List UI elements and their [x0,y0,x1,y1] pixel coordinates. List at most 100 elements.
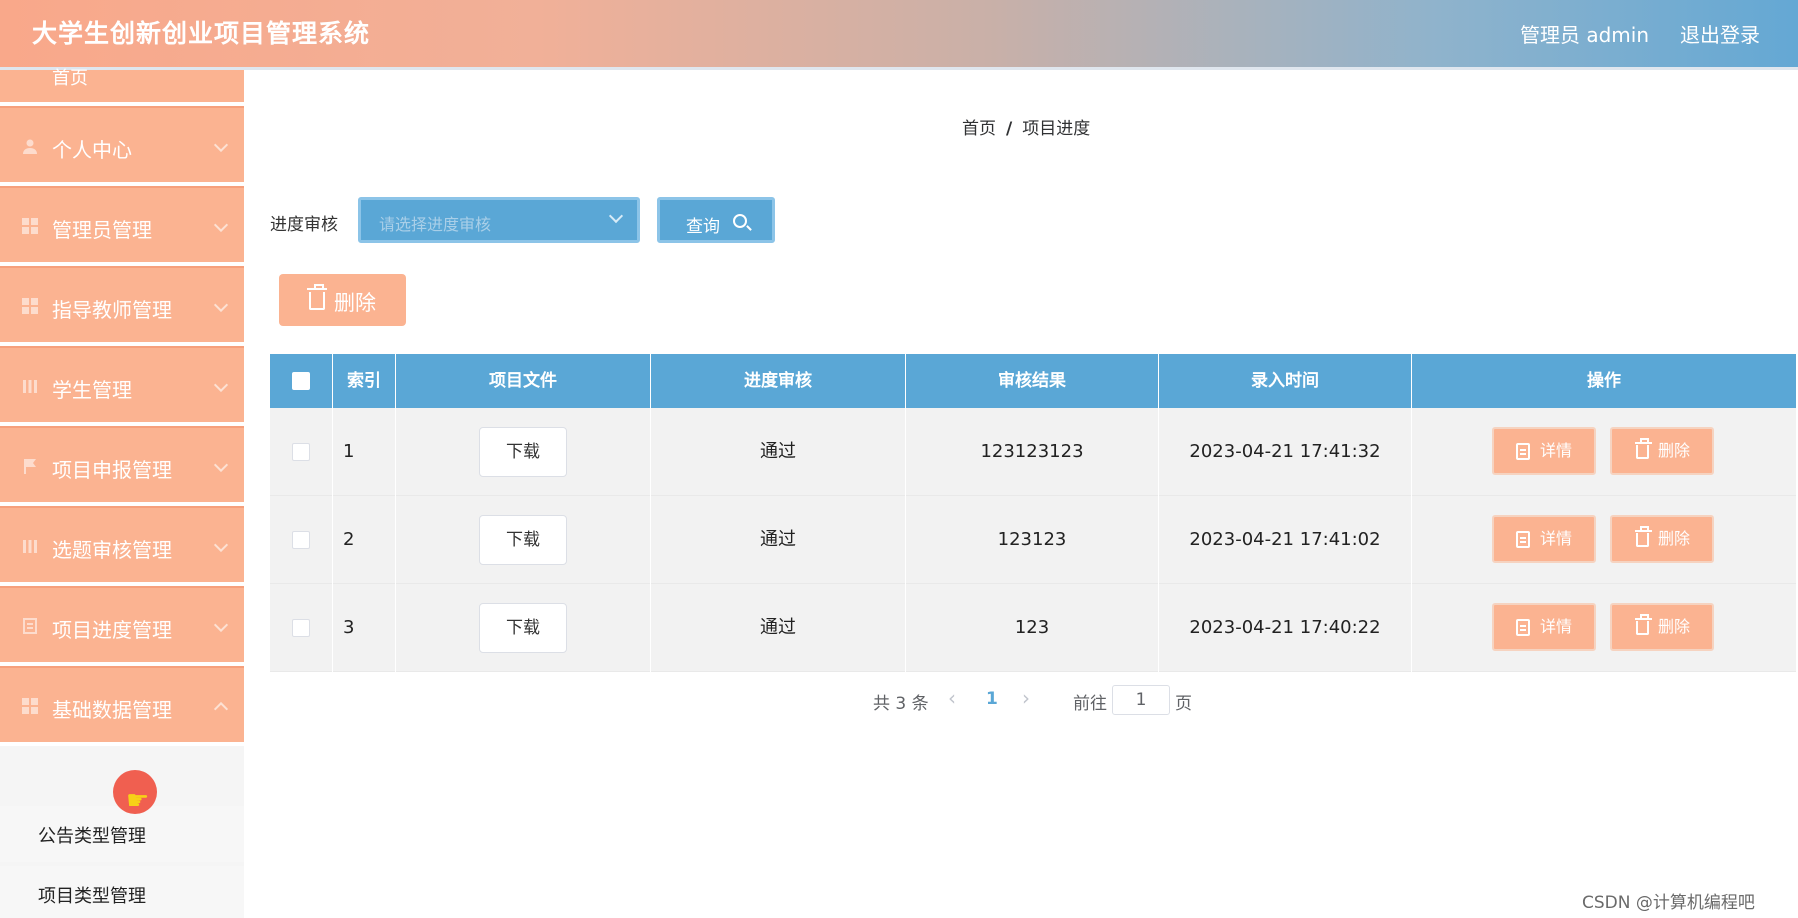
submenu-item-notice-type[interactable]: 公告类型管理 [0,806,244,862]
grid-icon [22,698,38,714]
cell-actions: 详情 删除 [1412,408,1796,496]
row-checkbox[interactable] [292,619,310,637]
sidebar-item-personal-center[interactable]: 个人中心 [0,106,244,186]
download-button[interactable]: 下载 [479,515,567,565]
table-row: 1 下载 通过 123123123 2023-04-21 17:41:32 详情… [270,408,1796,496]
pagination-total: 共 3 条 [873,694,929,714]
delete-label: 删除 [1658,441,1691,460]
header-actions: 操作 [1587,371,1621,391]
header-index: 索引 [333,354,396,408]
delete-button[interactable]: 删除 [1610,603,1714,651]
batch-delete-button[interactable]: 删除 [279,274,406,326]
cell-review: 通过 [651,584,906,672]
flag-icon [24,459,36,474]
breadcrumb-separator: / [1006,119,1013,139]
trash-icon [1635,438,1652,459]
sidebar-item-label: 基础数据管理 [52,698,172,722]
current-user: 管理员 admin [1520,23,1650,47]
hand-pointer-icon: ☛ [126,786,150,816]
sidebar-item-label: 个人中心 [52,138,132,162]
chevron-down-icon [213,297,229,313]
cell-file: 下载 [396,496,651,584]
sidebar-item-home[interactable]: 首页 [0,68,244,106]
submenu-item-label: 公告类型管理 [38,826,146,847]
pagination-goto-input[interactable]: 1 [1112,685,1170,715]
cell-file: 下载 [396,584,651,672]
header-file: 项目文件 [396,354,651,408]
chevron-down-icon [213,137,229,153]
query-button[interactable]: 查询 [657,197,775,243]
trash-icon [1635,614,1652,635]
breadcrumb-home[interactable]: 首页 [962,119,996,139]
sidebar-item-student-management[interactable]: 学生管理 [0,346,244,426]
detail-label: 详情 [1540,529,1573,548]
cell-actions: 详情 删除 [1412,584,1796,672]
sidebar-item-base-data[interactable]: 基础数据管理 [0,666,244,746]
select-placeholder: 请选择进度审核 [379,215,492,234]
detail-button[interactable]: 详情 [1492,515,1596,563]
pagination-next-button[interactable]: › [1022,686,1030,710]
sidebar-item-admin-management[interactable]: 管理员管理 [0,186,244,266]
sidebar-item-label: 学生管理 [52,378,132,402]
cell-time: 2023-04-21 17:41:02 [1159,496,1412,584]
filter-label: 进度审核 [270,215,338,235]
search-icon [733,214,747,228]
download-button[interactable]: 下载 [479,603,567,653]
cell-result: 123 [906,584,1159,672]
cell-actions: 详情 删除 [1412,496,1796,584]
chevron-up-icon [213,701,229,717]
watermark: CSDN @计算机编程吧 [1582,893,1755,913]
detail-button[interactable]: 详情 [1492,427,1596,475]
detail-label: 详情 [1540,441,1573,460]
breadcrumb: 首页 / 项目进度 [962,114,1090,139]
download-button[interactable]: 下载 [479,427,567,477]
sidebar-item-label: 管理员管理 [52,218,152,242]
sidebar-item-project-application[interactable]: 项目申报管理 [0,426,244,506]
row-checkbox[interactable] [292,531,310,549]
pagination-page-unit: 页 [1175,694,1192,714]
sidebar-item-teacher-management[interactable]: 指导教师管理 [0,266,244,346]
batch-delete-label: 删除 [334,291,376,315]
delete-button[interactable]: 删除 [1610,515,1714,563]
chevron-down-icon [213,217,229,233]
sidebar-item-topic-review[interactable]: 选题审核管理 [0,506,244,586]
list-icon [23,618,37,634]
cell-file: 下载 [396,408,651,496]
sidebar-item-label: 选题审核管理 [52,538,172,562]
sidebar-item-label: 指导教师管理 [52,298,172,322]
chevron-down-icon [608,208,624,224]
document-icon [1516,619,1530,636]
logout-link[interactable]: 退出登录 [1680,19,1760,48]
submenu-item-project-type[interactable]: 项目类型管理 [0,866,244,918]
row-checkbox[interactable] [292,443,310,461]
chevron-down-icon [213,457,229,473]
delete-button[interactable]: 删除 [1610,427,1714,475]
document-icon [1516,531,1530,548]
trash-icon [307,284,327,310]
progress-review-select[interactable]: 请选择进度审核 [358,197,640,243]
select-all-cell [270,354,333,408]
table-row: 3 下载 通过 123 2023-04-21 17:40:22 详情 删除 [270,584,1796,672]
row-select-cell [270,584,333,672]
sidebar-item-progress-management[interactable]: 项目进度管理 [0,586,244,666]
detail-button[interactable]: 详情 [1492,603,1596,651]
table-header: 索引 项目文件 进度审核 审核结果 录入时间 操作 [270,354,1796,408]
bars-icon [23,380,37,393]
sidebar-item-label: 首页 [52,68,88,89]
chevron-down-icon [213,617,229,633]
pagination-page-1[interactable]: 1 [986,689,998,709]
query-button-label: 查询 [686,217,720,237]
select-all-checkbox[interactable] [292,372,310,390]
table-row: 2 下载 通过 123123 2023-04-21 17:41:02 详情 删除 [270,496,1796,584]
header-result: 审核结果 [906,354,1159,408]
row-select-cell [270,408,333,496]
chevron-down-icon [213,377,229,393]
app-title: 大学生创新创业项目管理系统 [32,19,371,48]
submenu-item-label: 项目类型管理 [38,886,146,907]
chevron-down-icon [213,537,229,553]
cell-review: 通过 [651,496,906,584]
header-time: 录入时间 [1159,354,1412,408]
breadcrumb-current: 项目进度 [1022,119,1091,139]
bars-icon [23,540,37,553]
pagination-prev-button[interactable]: ‹ [948,686,956,710]
